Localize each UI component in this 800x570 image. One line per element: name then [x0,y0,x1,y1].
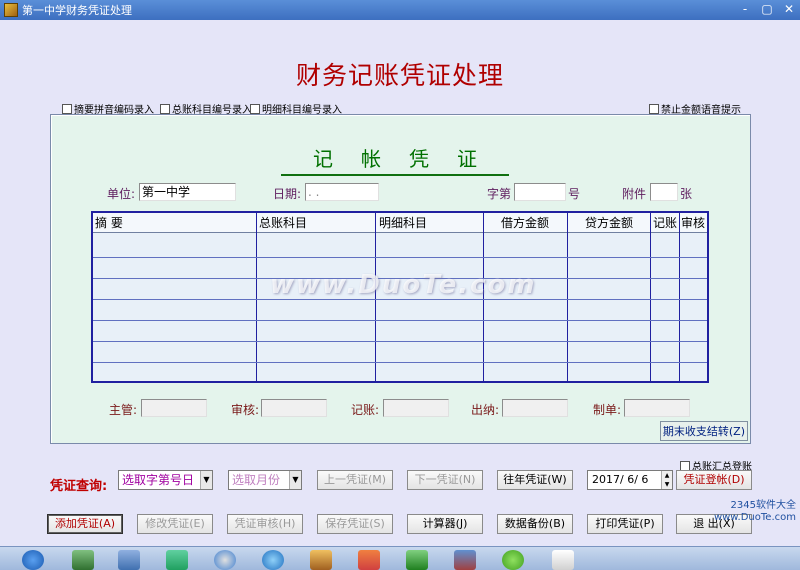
audit-voucher-button[interactable]: 凭证审核(H) [227,514,303,534]
column-divider [567,213,568,381]
voucher-select[interactable]: 选取字第号日 ▼ [118,470,213,490]
period-close-button[interactable]: 期末收支结转(Z) [659,421,748,441]
app-icon [4,3,18,17]
bookkeeper-field[interactable] [383,399,449,417]
chevron-down-icon[interactable]: ▼ [289,471,301,489]
auditor-field[interactable] [261,399,327,417]
close-button[interactable]: ✕ [782,2,796,16]
col-debit: 借方金额 [501,216,550,230]
column-divider [650,213,651,381]
supervisor-label: 主管: [109,403,138,417]
unit-label: 单位: [107,187,136,201]
col-summary: 摘 要 [95,216,123,230]
voucher-title: 记帐凭证 [281,143,509,176]
auditor-label: 审核: [231,403,260,417]
document-icon[interactable] [552,550,574,570]
column-divider [256,213,257,381]
save-voucher-button[interactable]: 保存凭证(S) [317,514,393,534]
voucher-no-field[interactable] [514,183,566,201]
preparer-label: 制单: [593,403,622,417]
column-divider [679,213,680,381]
security-icon[interactable] [406,550,428,570]
date-picker[interactable]: 2017/ 6/ 6 ▲ ▼ [587,470,673,490]
past-year-voucher-button[interactable]: 往年凭证(W) [497,470,573,490]
supervisor-field[interactable] [141,399,207,417]
minimize-button[interactable]: - [738,2,752,16]
bookkeeper-label: 记账: [351,403,380,417]
folder-icon[interactable] [118,550,140,570]
col-audited: 审核 [681,216,706,230]
row-divider [93,341,707,342]
corner-watermark: 2345软件大全 www.DuoTe.com [713,500,796,523]
browser-icon[interactable] [214,550,236,570]
attachment-field[interactable] [650,183,678,201]
query-label: 凭证查询: [50,479,108,494]
preparer-field[interactable] [624,399,690,417]
window-titlebar: 第一中学财务凭证处理 - ▢ ✕ [0,0,800,20]
page-title: 财务记账凭证处理 [295,61,504,90]
ie-icon[interactable] [22,550,44,570]
checkbox-icon[interactable] [62,103,72,114]
col-posted: 记账 [653,216,678,230]
app-icon[interactable] [502,550,524,570]
attachment-unit: 张 [680,187,693,201]
explorer-icon[interactable] [72,550,94,570]
modify-voucher-button[interactable]: 修改凭证(E) [137,514,213,534]
prev-voucher-button[interactable]: 上一凭证(M) [317,470,393,490]
date-field[interactable]: . . [305,183,379,201]
cashier-label: 出纳: [471,403,500,417]
row-divider [93,320,707,321]
voucher-no-prefix: 字第 [487,187,512,201]
checkbox-icon[interactable] [649,103,659,114]
watermark: www.DuoTe.com [270,270,537,300]
cashier-field[interactable] [502,399,568,417]
checkbox-icon[interactable] [160,103,170,114]
calculator-button[interactable]: 计算器(J) [407,514,483,534]
spin-icon[interactable]: ▲ ▼ [661,471,672,489]
window-title: 第一中学财务凭证处理 [22,4,132,17]
next-voucher-button[interactable]: 下一凭证(N) [407,470,483,490]
month-select[interactable]: 选取月份 ▼ [228,470,302,490]
archive-icon[interactable] [454,550,476,570]
voucher-no-suffix: 号 [568,187,581,201]
col-credit: 贷方金额 [585,216,634,230]
attachment-label: 附件 [622,187,647,201]
ie-icon[interactable] [262,550,284,570]
app-icon[interactable] [166,550,188,570]
checkbox-icon[interactable] [680,460,690,471]
add-voucher-button[interactable]: 添加凭证(A) [47,514,123,534]
row-divider [93,257,707,258]
row-divider [93,362,707,363]
media-icon[interactable] [310,550,332,570]
print-voucher-button[interactable]: 打印凭证(P) [587,514,663,534]
register-voucher-button[interactable]: 凭证登帐(D) [676,470,752,490]
backup-button[interactable]: 数据备份(B) [497,514,573,534]
maximize-button[interactable]: ▢ [760,2,774,16]
taskbar [0,546,800,570]
col-detail-account: 明细科目 [379,216,428,230]
date-label: 日期: [273,187,302,201]
checkbox-icon[interactable] [250,103,260,114]
app-icon[interactable] [358,550,380,570]
col-general-account: 总账科目 [259,216,308,230]
unit-field[interactable]: 第一中学 [139,183,236,201]
chevron-down-icon[interactable]: ▼ [200,471,212,489]
table-header: 摘 要 总账科目 明细科目 借方金额 贷方金额 记账 审核 [93,213,707,233]
